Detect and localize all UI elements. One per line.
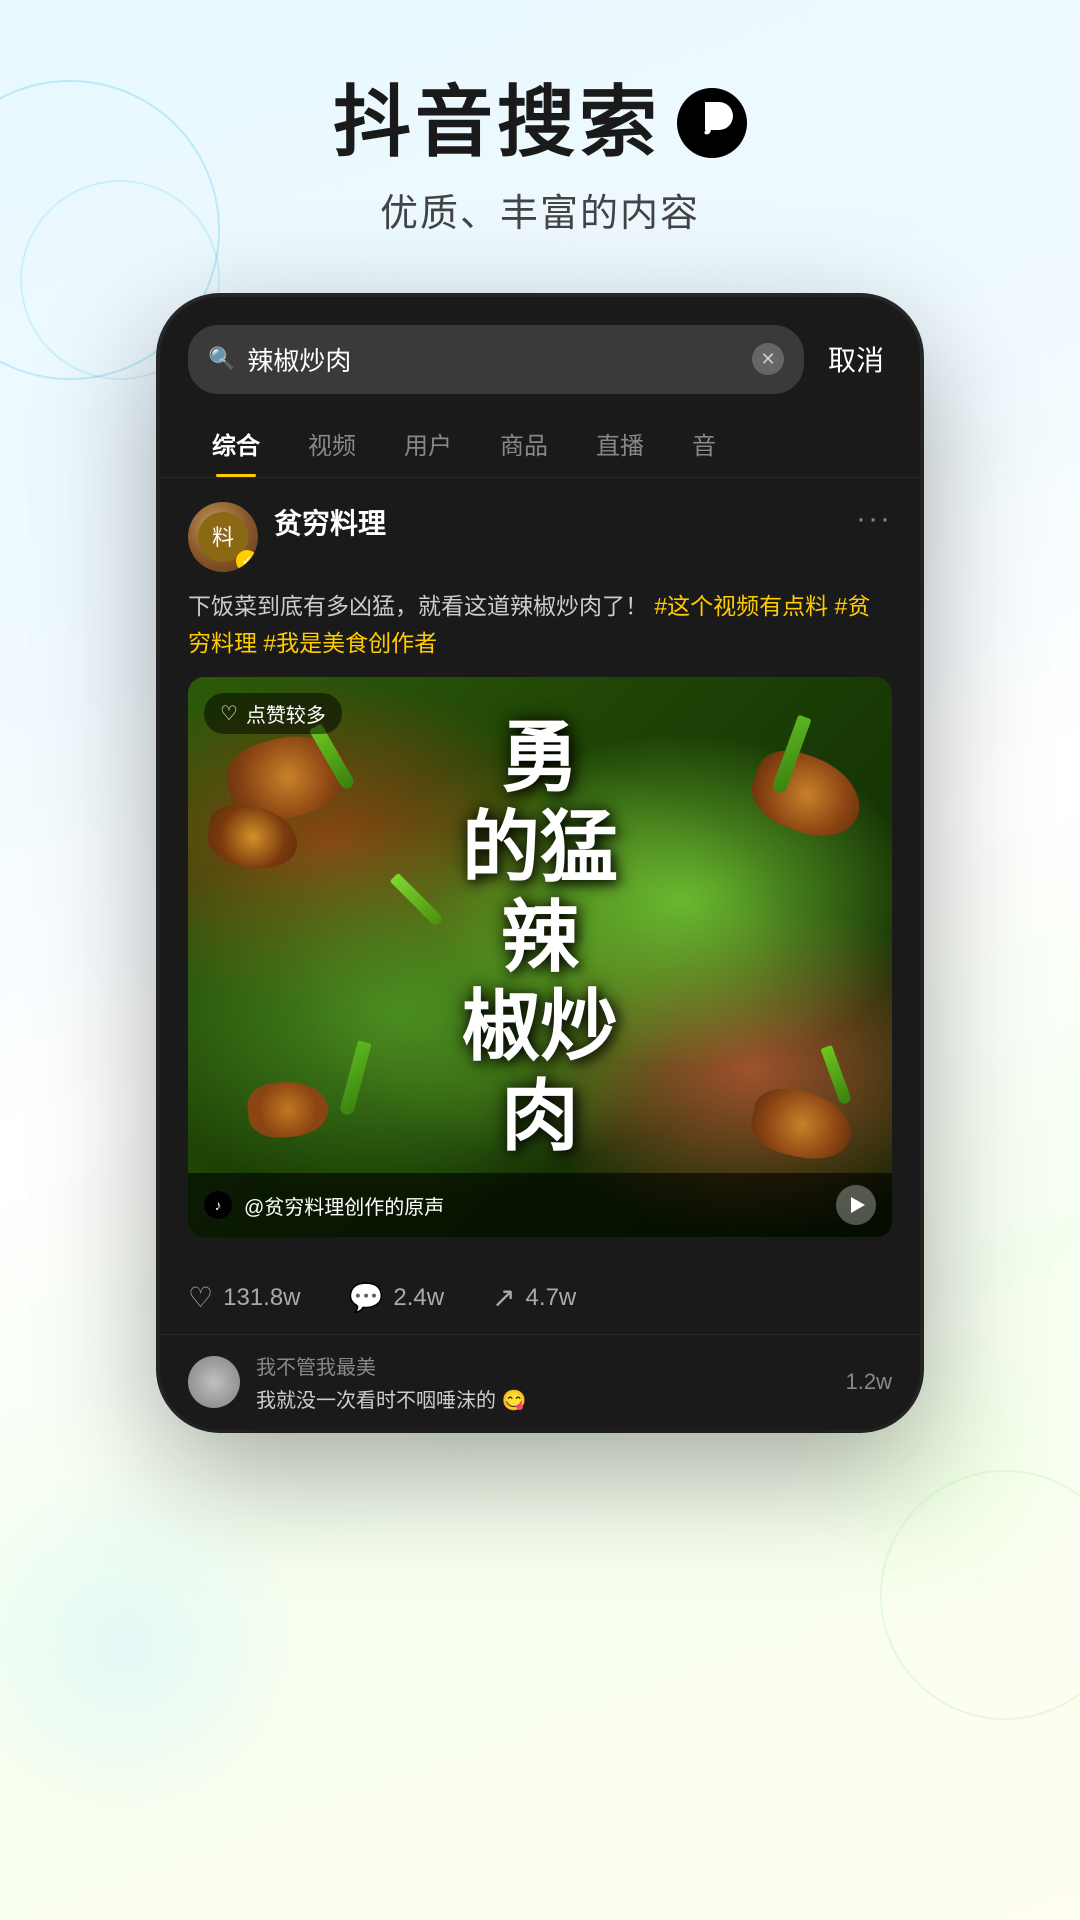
- verified-badge-icon: ✓: [236, 550, 258, 572]
- sound-bar: ♪ @贫穷料理创作的原声: [188, 1173, 892, 1237]
- user-card: 料 ✓ 贫穷料理 ···: [188, 502, 892, 572]
- like-icon: ♡: [188, 1281, 213, 1314]
- likes-badge: ♡ 点赞较多: [204, 693, 342, 734]
- search-query: 辣椒炒肉: [247, 341, 740, 378]
- more-options-icon[interactable]: ···: [856, 502, 892, 536]
- tiktok-note-icon: ♪: [215, 1197, 222, 1213]
- title-text: 抖音搜索: [333, 80, 661, 166]
- tiktok-small-logo-icon: ♪: [204, 1191, 232, 1219]
- tab-视频[interactable]: 视频: [284, 410, 380, 477]
- comment-preview: 我不管我最美 我就没一次看时不咽唾沫的 😋 1.2w: [160, 1335, 920, 1429]
- subtitle-text: 优质、丰富的内容: [0, 182, 1080, 237]
- bg-blob-left: [0, 1470, 300, 1820]
- app-title: 抖音搜索 ♪: [0, 80, 1080, 166]
- sound-text: @贫穷料理创作的原声: [244, 1191, 824, 1220]
- like-count: 131.8w: [223, 1284, 300, 1312]
- comment-interaction[interactable]: 💬 2.4w: [349, 1281, 445, 1314]
- comment-count: 2.4w: [393, 1284, 444, 1312]
- like-interaction[interactable]: ♡ 131.8w: [188, 1281, 301, 1314]
- search-clear-button[interactable]: ✕: [752, 343, 784, 375]
- svg-text:料: 料: [212, 525, 234, 550]
- search-icon: 🔍: [208, 346, 235, 372]
- tab-直播[interactable]: 直播: [572, 410, 668, 477]
- header-section: 抖音搜索 ♪ 优质、丰富的内容: [0, 0, 1080, 277]
- hashtag-3[interactable]: #我是美食创作者: [263, 630, 437, 656]
- share-count: 4.7w: [526, 1284, 577, 1312]
- play-button[interactable]: [836, 1185, 876, 1225]
- tab-音[interactable]: 音: [668, 410, 740, 477]
- heart-icon: ♡: [220, 701, 238, 726]
- phone-mockup: 🔍 辣椒炒肉 ✕ 取消 综合 视频 用户 商品: [160, 297, 920, 1430]
- comment-content: 我不管我最美 我就没一次看时不咽唾沫的 😋: [256, 1351, 830, 1413]
- tab-商品[interactable]: 商品: [476, 410, 572, 477]
- content-area: 料 ✓ 贫穷料理 ··· 下饭菜到底有多凶猛，就看这道辣椒炒肉了！ #这个视频有…: [160, 478, 920, 1262]
- tabs-container: 综合 视频 用户 商品 直播 音: [160, 410, 920, 478]
- user-name[interactable]: 贫穷料理: [274, 502, 840, 542]
- commenter-name: 我不管我最美: [256, 1351, 830, 1380]
- tab-综合[interactable]: 综合: [188, 410, 284, 477]
- tiktok-logo-icon: ♪: [677, 88, 747, 158]
- music-note-icon: ♪: [701, 103, 723, 143]
- share-icon: ↗: [492, 1281, 515, 1314]
- play-triangle-icon: [851, 1197, 865, 1213]
- interaction-bar: ♡ 131.8w 💬 2.4w ↗ 4.7w: [160, 1261, 920, 1335]
- tab-用户[interactable]: 用户: [380, 410, 476, 477]
- phone-container: 🔍 辣椒炒肉 ✕ 取消 综合 视频 用户 商品: [0, 297, 1080, 1430]
- comment-icon: 💬: [349, 1281, 384, 1314]
- avatar: 料 ✓: [188, 502, 258, 572]
- search-bar-container: 🔍 辣椒炒肉 ✕ 取消: [160, 297, 920, 410]
- post-description: 下饭菜到底有多凶猛，就看这道辣椒炒肉了！ #这个视频有点料 #贫穷料理 #我是美…: [188, 588, 892, 662]
- video-thumbnail[interactable]: 勇的猛辣椒炒肉 ♡ 点赞较多 ♪ @贫穷料理创作的原声: [188, 677, 892, 1237]
- video-text-overlay: 勇的猛辣椒炒肉: [188, 677, 892, 1197]
- commenter-avatar: [188, 1356, 240, 1408]
- hashtag-1[interactable]: #这个视频有点料: [654, 593, 828, 619]
- comment-text: 我就没一次看时不咽唾沫的 😋: [256, 1384, 830, 1413]
- share-interaction[interactable]: ↗ 4.7w: [492, 1281, 576, 1314]
- phone-inner: 🔍 辣椒炒肉 ✕ 取消 综合 视频 用户 商品: [160, 297, 920, 1430]
- likes-badge-text: 点赞较多: [246, 699, 326, 728]
- comment-likes: 1.2w: [846, 1369, 892, 1395]
- video-overlay-text: 勇的猛辣椒炒肉: [462, 713, 618, 1161]
- post-text: 下饭菜到底有多凶猛，就看这道辣椒炒肉了！: [188, 593, 648, 619]
- search-bar[interactable]: 🔍 辣椒炒肉 ✕: [188, 325, 804, 394]
- cancel-button[interactable]: 取消: [820, 339, 892, 379]
